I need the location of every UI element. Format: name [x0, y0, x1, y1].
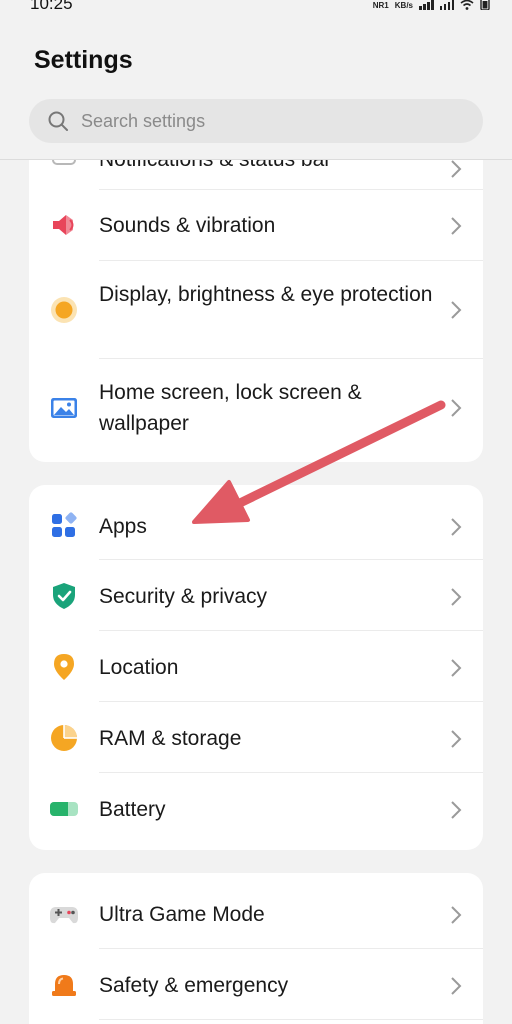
chevron-right-icon	[451, 518, 462, 536]
settings-item-safety[interactable]: Safety & emergency	[29, 949, 483, 1020]
settings-item-label: Location	[99, 656, 179, 679]
chevron-right-icon	[451, 588, 462, 606]
brightness-icon	[49, 295, 79, 325]
gamepad-icon	[49, 899, 79, 929]
settings-group-apps: Apps Security & privacy Location RAM & s…	[29, 485, 483, 850]
row-divider	[99, 1019, 483, 1020]
location-pin-icon	[49, 652, 79, 682]
battery-icon	[49, 794, 79, 824]
settings-item-label: RAM & storage	[99, 727, 242, 750]
settings-item-display[interactable]: Display, brightness & eye protection	[29, 261, 483, 359]
settings-item-ram-storage[interactable]: RAM & storage	[29, 702, 483, 773]
bell-icon	[49, 160, 79, 170]
settings-item-label: Safety & emergency	[99, 974, 289, 997]
status-icons: NR1 KB/s	[373, 0, 490, 10]
chevron-right-icon	[451, 160, 462, 178]
chevron-right-icon	[451, 977, 462, 995]
status-bar: 10:25 NR1 KB/s	[0, 0, 512, 14]
settings-item-label: Security & privacy	[99, 585, 268, 608]
status-time: 10:25	[30, 0, 73, 13]
network-type: NR1	[372, 1, 389, 10]
wifi-icon	[460, 0, 474, 10]
settings-item-location[interactable]: Location	[29, 631, 483, 702]
settings-item-label: Apps	[99, 515, 147, 538]
settings-item-security[interactable]: Security & privacy	[29, 560, 483, 631]
chevron-right-icon	[451, 730, 462, 748]
settings-item-game-mode[interactable]: Ultra Game Mode	[29, 873, 483, 949]
chevron-right-icon	[451, 301, 462, 319]
settings-item-notifications[interactable]: Notifications & status bar	[29, 160, 483, 190]
signal-1-icon	[419, 0, 434, 10]
search-bar[interactable]	[29, 99, 483, 143]
settings-item-label: Battery	[99, 798, 166, 821]
page-title: Settings	[34, 46, 133, 74]
wallpaper-icon	[49, 393, 79, 423]
settings-item-apps[interactable]: Apps	[29, 485, 483, 560]
chevron-right-icon	[451, 801, 462, 819]
settings-item-label: Home screen, lock screen & wallpaper	[99, 381, 362, 435]
chevron-right-icon	[451, 217, 462, 235]
search-input[interactable]	[81, 110, 441, 132]
settings-item-label: Notifications & status bar	[99, 160, 439, 175]
settings-item-home-screen[interactable]: Home screen, lock screen & wallpaper	[29, 359, 483, 462]
speaker-icon	[49, 210, 79, 240]
storage-pie-icon	[49, 723, 79, 753]
settings-list[interactable]: Notifications & status bar Sounds & vibr…	[0, 160, 512, 1024]
settings-group-game: Ultra Game Mode Safety & emergency	[29, 873, 483, 1024]
settings-item-battery[interactable]: Battery	[29, 773, 483, 850]
settings-item-label: Ultra Game Mode	[99, 903, 265, 926]
settings-group-display: Notifications & status bar Sounds & vibr…	[29, 160, 483, 462]
chevron-right-icon	[451, 659, 462, 677]
settings-item-sounds[interactable]: Sounds & vibration	[29, 190, 483, 261]
apps-icon	[49, 511, 79, 541]
chevron-right-icon	[451, 399, 462, 417]
settings-item-label: Sounds & vibration	[99, 214, 276, 237]
search-icon	[48, 111, 68, 131]
settings-item-label: Display, brightness & eye protection	[99, 283, 433, 306]
signal-2-icon	[439, 0, 454, 10]
battery-status-icon	[480, 0, 490, 10]
network-speed-unit: KB/s	[394, 1, 413, 10]
chevron-right-icon	[451, 906, 462, 924]
siren-icon	[49, 970, 79, 1000]
shield-icon	[49, 581, 79, 611]
